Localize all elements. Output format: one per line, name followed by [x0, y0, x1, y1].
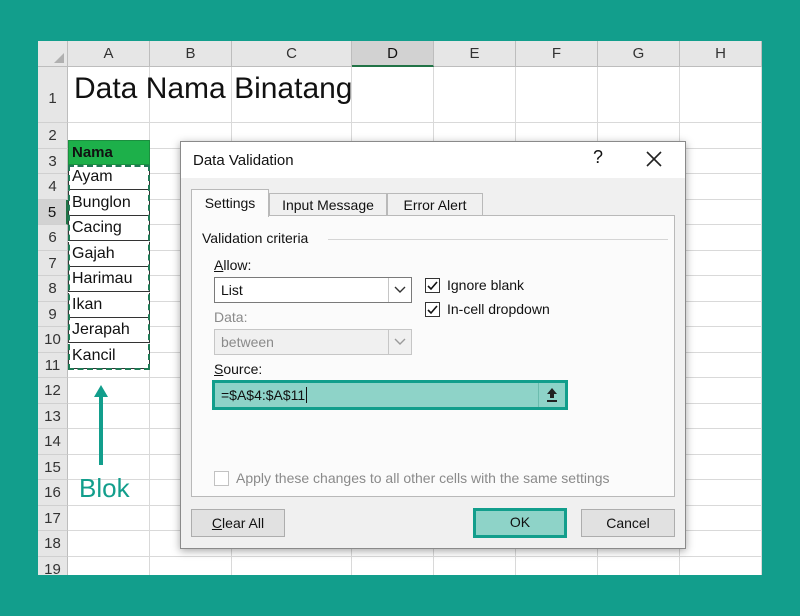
row-header-19[interactable]: 19: [38, 556, 68, 575]
row-header-10[interactable]: 10: [38, 327, 68, 353]
clear-all-mnemonic: C: [211, 515, 223, 531]
apply-all-label: Apply these changes to all other cells w…: [236, 470, 610, 486]
collapse-range-icon[interactable]: [538, 383, 565, 407]
row-gridline: [68, 122, 762, 123]
text-caret: [306, 387, 308, 403]
row-header-3[interactable]: 3: [38, 148, 68, 174]
data-validation-dialog: Data Validation ? Settings Input Message…: [180, 141, 686, 549]
chevron-down-icon: [388, 330, 406, 354]
dialog-titlebar[interactable]: Data Validation ?: [181, 142, 685, 178]
apply-all-box[interactable]: [214, 471, 229, 486]
cancel-button[interactable]: Cancel: [581, 509, 675, 537]
clear-all-rest: lear All: [222, 515, 265, 531]
select-all-triangle-icon: [54, 53, 64, 63]
ignore-blank-label: Ignore blank: [447, 277, 525, 293]
allow-label-mnemonic: A: [214, 257, 224, 273]
row-header-13[interactable]: 13: [38, 403, 68, 429]
close-icon[interactable]: [641, 146, 667, 172]
column-header-b[interactable]: B: [150, 41, 232, 67]
row-header-16[interactable]: 16: [38, 480, 68, 506]
source-text: =$A$4:$A$11: [221, 387, 306, 403]
group-divider: [328, 239, 668, 240]
column-header-d[interactable]: D: [352, 41, 434, 67]
validation-criteria-heading: Validation criteria: [202, 230, 309, 246]
dialog-title: Data Validation: [193, 152, 294, 169]
allow-value: List: [221, 282, 243, 298]
row-header-12[interactable]: 12: [38, 378, 68, 404]
row-header-5[interactable]: 5: [38, 199, 68, 225]
tab-settings[interactable]: Settings: [191, 189, 269, 217]
row-header-8[interactable]: 8: [38, 276, 68, 302]
checkmark-icon: [427, 305, 438, 315]
column-header-f[interactable]: F: [516, 41, 598, 67]
row-gridline: [68, 555, 762, 557]
up-arrow-icon: [94, 385, 108, 465]
select-all-corner[interactable]: [38, 41, 68, 67]
data-select: between: [214, 329, 412, 355]
allow-label: Allow:: [214, 257, 251, 273]
in-cell-dropdown-label: In-cell dropdown: [447, 301, 550, 317]
column-header-e[interactable]: E: [434, 41, 516, 67]
source-label-rest: ource:: [223, 361, 263, 377]
column-header-h[interactable]: H: [680, 41, 762, 67]
source-input[interactable]: =$A$4:$A$11: [212, 380, 568, 410]
tab-input-message[interactable]: Input Message: [269, 193, 387, 216]
sheet-title-cell[interactable]: Data Nama Binatang: [74, 72, 353, 106]
row-header-11[interactable]: 11: [38, 352, 68, 378]
data-value: between: [221, 334, 274, 350]
ok-button[interactable]: OK: [473, 508, 567, 538]
row-header-4[interactable]: 4: [38, 174, 68, 200]
column-header-c[interactable]: C: [232, 41, 352, 67]
help-button[interactable]: ?: [588, 147, 608, 171]
source-label: Source:: [214, 361, 262, 377]
tab-error-alert[interactable]: Error Alert: [387, 193, 483, 216]
column-header-a[interactable]: A: [68, 41, 150, 67]
source-label-mnemonic: S: [214, 361, 224, 377]
blok-annotation: Blok: [79, 473, 130, 503]
row-header-9[interactable]: 9: [38, 301, 68, 327]
data-label: Data:: [214, 309, 248, 325]
settings-panel: Validation criteria Allow: List Data: be…: [191, 215, 675, 497]
row-header-18[interactable]: 18: [38, 531, 68, 557]
source-value: =$A$4:$A$11: [221, 387, 308, 403]
chevron-down-icon[interactable]: [388, 278, 411, 302]
row-header-2[interactable]: 2: [38, 123, 68, 149]
allow-select[interactable]: List: [214, 277, 412, 303]
row-header-17[interactable]: 17: [38, 505, 68, 531]
row-header-14[interactable]: 14: [38, 429, 68, 455]
ignore-blank-box[interactable]: [425, 278, 440, 293]
row-header-7[interactable]: 7: [38, 250, 68, 276]
column-header-cell[interactable]: Nama: [68, 140, 150, 165]
column-gridline: [761, 67, 762, 575]
row-header-1[interactable]: 1: [38, 67, 68, 123]
column-header-g[interactable]: G: [598, 41, 680, 67]
row-header-15[interactable]: 15: [38, 454, 68, 480]
clear-all-button[interactable]: Clear All: [191, 509, 285, 537]
in-cell-dropdown-box[interactable]: [425, 302, 440, 317]
checkmark-icon: [427, 281, 438, 291]
row-header-6[interactable]: 6: [38, 225, 68, 251]
allow-label-rest: llow:: [223, 257, 252, 273]
selection-marquee: [68, 165, 150, 370]
